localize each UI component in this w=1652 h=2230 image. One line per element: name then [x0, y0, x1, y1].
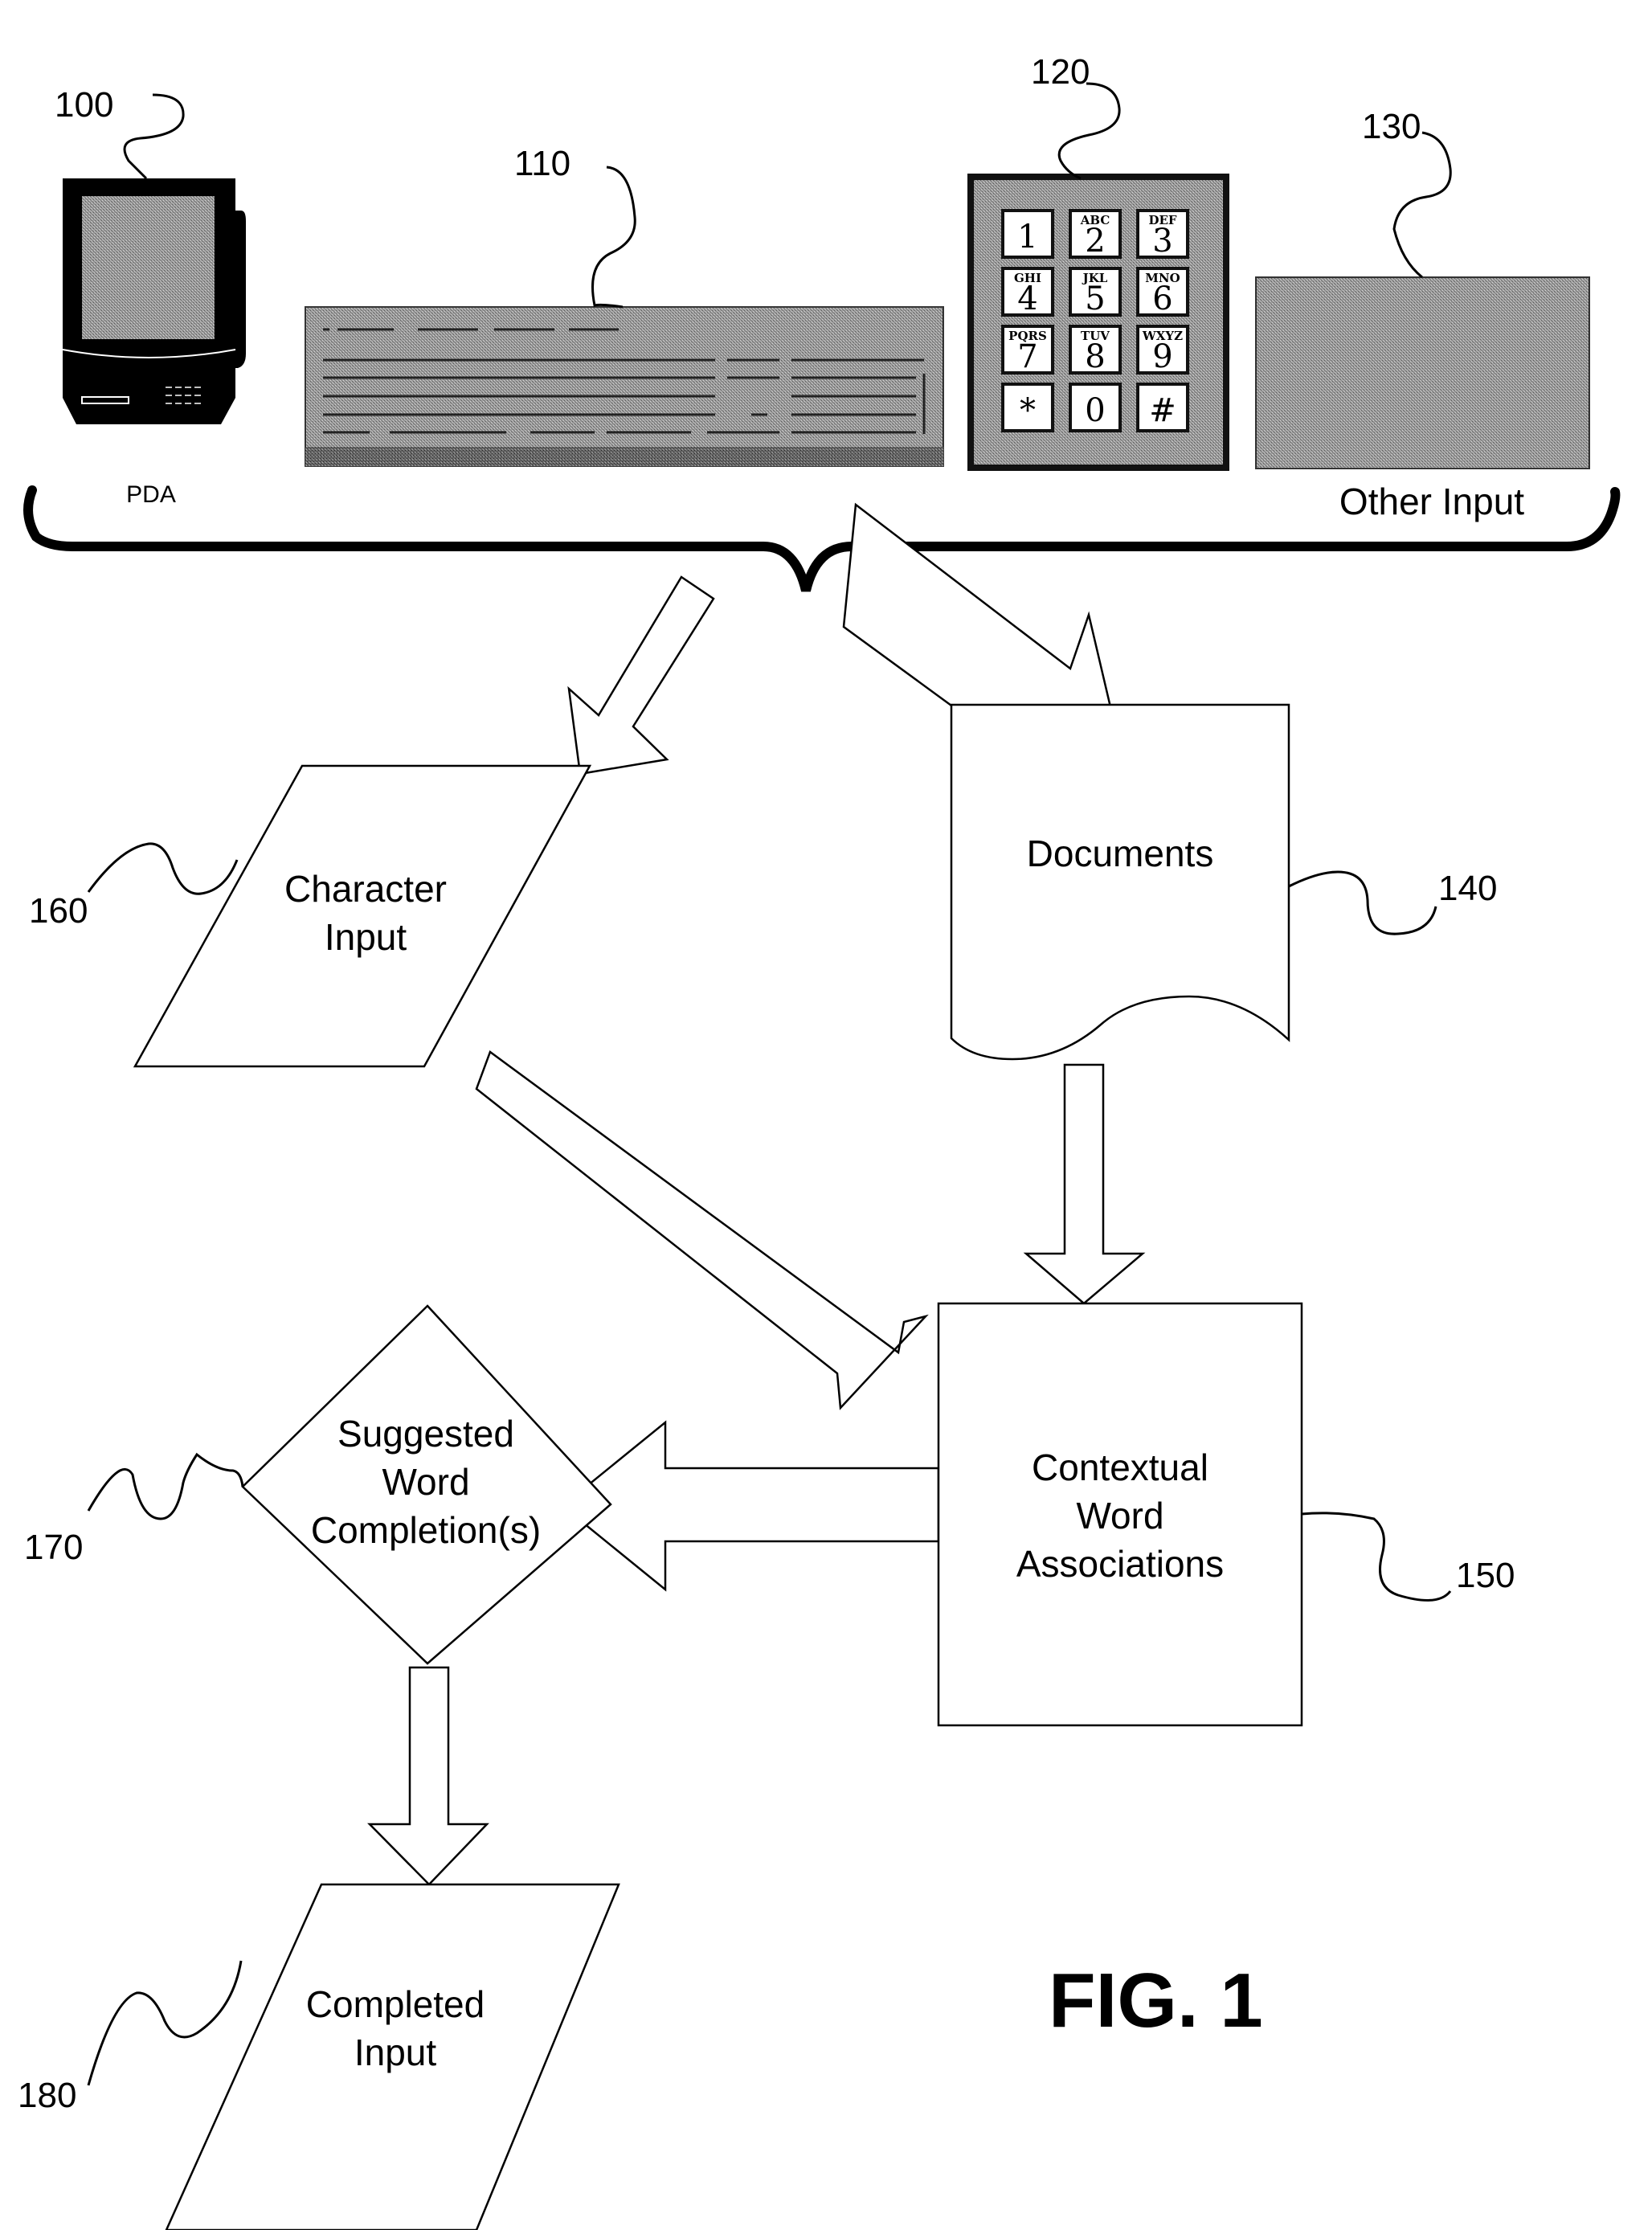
- keypad-key-7: PQRS7: [1001, 325, 1054, 375]
- ref-130: 130: [1362, 107, 1421, 146]
- other-input-device: [1255, 276, 1590, 469]
- keypad-key-2: ABC2: [1069, 209, 1122, 260]
- keypad-key-8: TUV8: [1069, 325, 1122, 375]
- ref-140: 140: [1438, 869, 1497, 908]
- leader-150: [1301, 1512, 1452, 1602]
- keypad-key-number: 0: [1085, 392, 1105, 429]
- leader-120: [1057, 82, 1121, 180]
- keypad-key-number: 8: [1085, 338, 1105, 375]
- keypad-key-star: *: [1001, 383, 1054, 432]
- keypad-key-3: DEF3: [1136, 209, 1189, 260]
- arrow-to-character-input: [567, 575, 715, 775]
- suggested-label-1: Suggested: [337, 1413, 514, 1455]
- keypad-key-number: 9: [1152, 338, 1172, 375]
- pda-device: [62, 178, 246, 424]
- leader-130: [1392, 131, 1452, 279]
- documents-label: Documents: [1027, 833, 1214, 874]
- keypad-key-number: 3: [1152, 223, 1172, 260]
- keypad-key-0: 0: [1069, 383, 1122, 432]
- keypad-key-hash: #: [1136, 383, 1189, 432]
- keypad-key-number: #: [1149, 392, 1176, 429]
- contextual-label-1: Contextual: [1032, 1446, 1208, 1488]
- keypad-key-4: GHI4: [1001, 267, 1054, 317]
- arrow-documents-to-contextual: [1023, 1063, 1146, 1305]
- contextual-label-3: Associations: [1016, 1543, 1224, 1585]
- leader-170: [87, 1452, 244, 1520]
- keypad-key-number: 7: [1017, 338, 1037, 375]
- leader-180: [87, 1960, 243, 2086]
- contextual-label-2: Word: [1076, 1495, 1163, 1536]
- other-input-label: Other Input: [1339, 481, 1524, 522]
- ref-100: 100: [55, 85, 113, 125]
- documents-node: [950, 703, 1290, 1061]
- ref-150: 150: [1456, 1556, 1515, 1595]
- keypad-key-9: WXYZ9: [1136, 325, 1189, 375]
- character-input-label-2: Input: [325, 916, 407, 958]
- keypad-device: 1 ABC2 DEF3 GHI4 JKL5 MNO6 PQRS7 TUV8 WXYZ9 * 0 #: [967, 174, 1229, 471]
- ref-160: 160: [29, 891, 88, 931]
- keypad-key-5: JKL5: [1069, 267, 1122, 317]
- keypad-key-number: 4: [1017, 280, 1037, 317]
- arrow-suggested-to-completed: [367, 1666, 489, 1886]
- keypad-key-number: *: [1020, 392, 1036, 429]
- patent-figure: 100 PDA 110 1 ABC2 DEF3 GHI4 JKL5 MNO6 PQRS7 TU…: [18, 52, 1621, 2230]
- ref-170: 170: [24, 1528, 83, 1567]
- completed-label-2: Input: [354, 2032, 437, 2073]
- pda-label: PDA: [126, 481, 176, 508]
- suggested-label-3: Completion(s): [311, 1509, 541, 1551]
- ref-110: 110: [514, 144, 570, 183]
- leader-160: [87, 842, 239, 895]
- pda-screen: [82, 196, 215, 339]
- keyboard-device: [305, 306, 944, 467]
- character-input-label-1: Character: [284, 868, 447, 910]
- figure-title: FIG. 1: [1049, 1958, 1263, 2044]
- leader-140: [1288, 870, 1437, 935]
- keypad-key-number: 2: [1085, 223, 1105, 260]
- keypad-key-6: MNO6: [1136, 267, 1189, 317]
- arrow-character-to-contextual: [475, 1050, 929, 1410]
- leader-100: [123, 93, 185, 180]
- ref-180: 180: [18, 2076, 76, 2115]
- keypad-key-number: 1: [1017, 219, 1037, 256]
- suggested-label-2: Word: [382, 1461, 469, 1503]
- completed-label-1: Completed: [306, 1983, 485, 2025]
- ref-120: 120: [1031, 52, 1090, 92]
- keypad-key-number: 5: [1085, 280, 1105, 317]
- keypad-key-1: 1: [1001, 209, 1054, 259]
- keypad-key-number: 6: [1152, 280, 1172, 317]
- leader-110: [591, 166, 636, 309]
- arrow-contextual-to-suggested: [561, 1420, 940, 1592]
